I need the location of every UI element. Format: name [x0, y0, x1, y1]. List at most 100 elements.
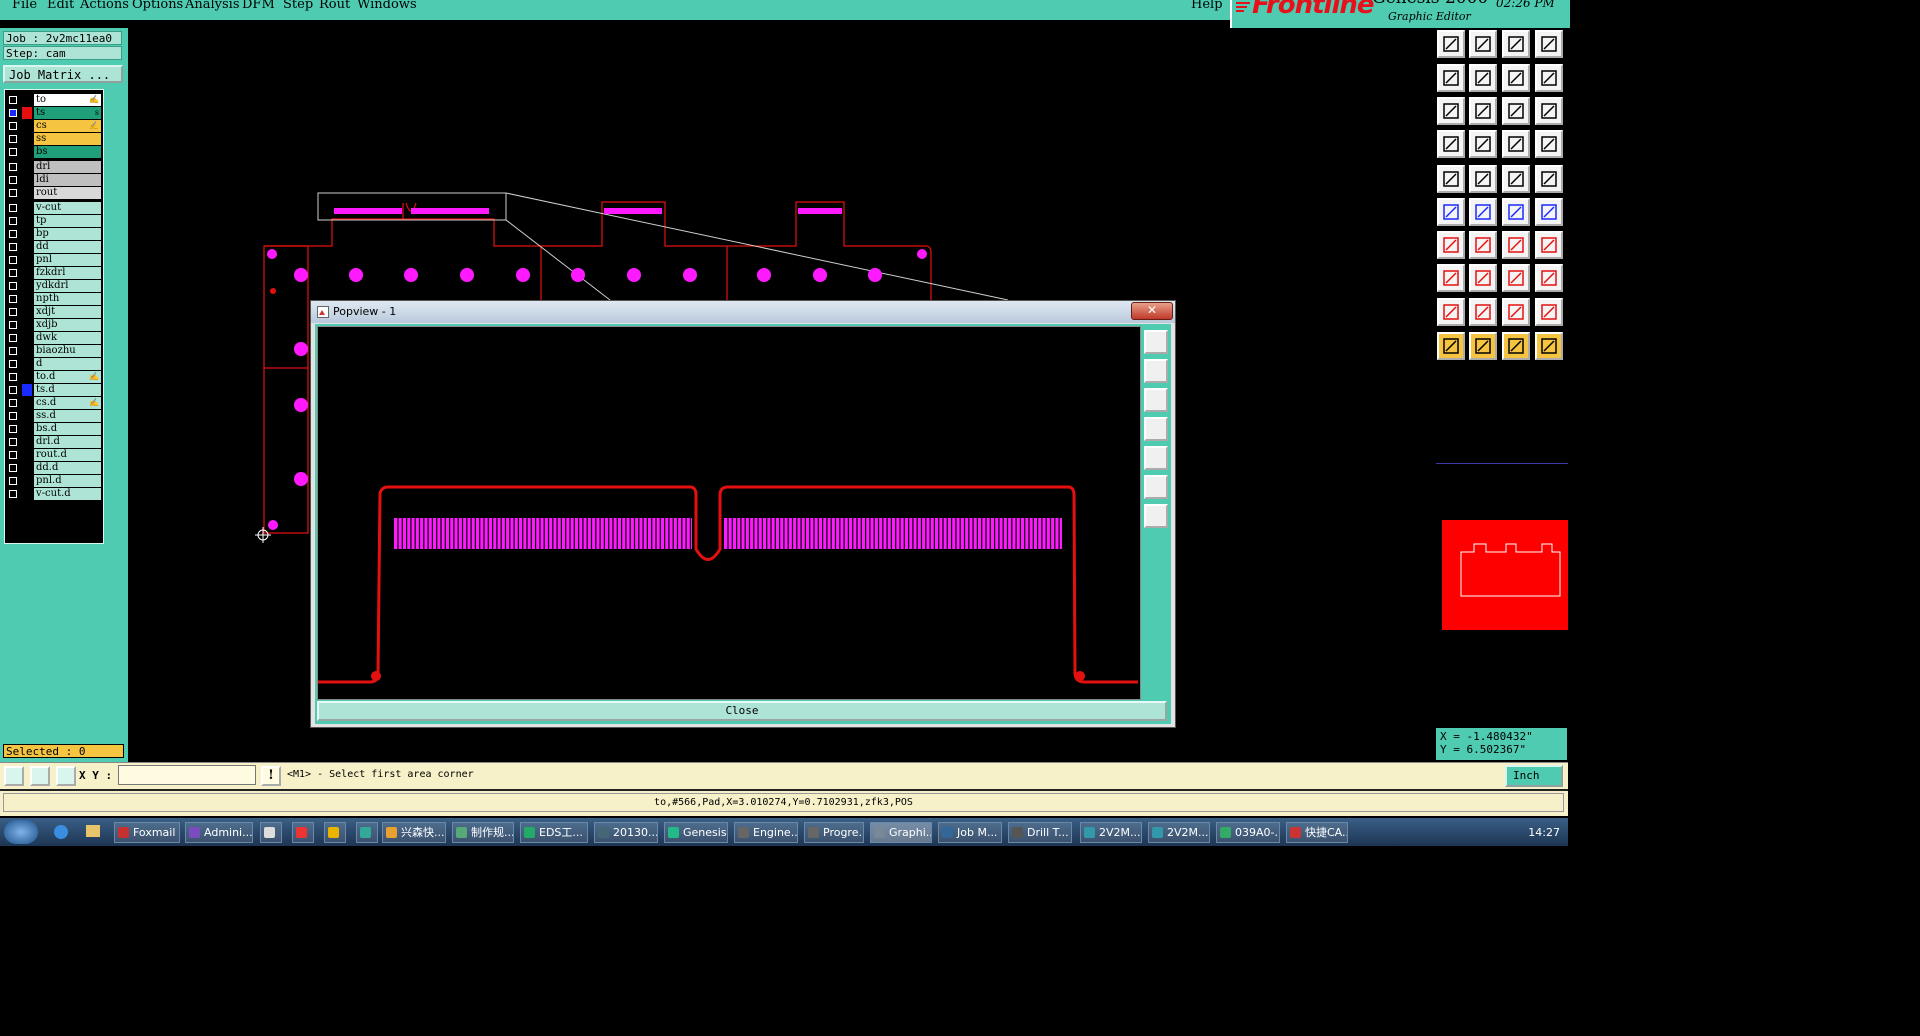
layer-name[interactable]: cs.d ✍: [34, 397, 101, 409]
layer-color-swatch[interactable]: [22, 488, 32, 500]
menu-help[interactable]: Help: [1191, 0, 1223, 12]
layer-name[interactable]: to ✍: [34, 94, 101, 106]
layer-name[interactable]: v-cut.d: [34, 488, 101, 500]
layer-row-ss-d[interactable]: ss.d: [6, 410, 102, 422]
help-icon[interactable]: [1535, 97, 1563, 125]
menu-rout[interactable]: Rout: [319, 0, 350, 12]
layer-checkbox[interactable]: [9, 256, 17, 264]
menu-file[interactable]: File: [12, 0, 37, 12]
layer-name[interactable]: npth: [34, 293, 101, 305]
layer-name[interactable]: biaozhu: [34, 345, 101, 357]
layer-name[interactable]: ldi: [34, 174, 101, 186]
layer-checkbox[interactable]: [9, 163, 17, 171]
board-overview[interactable]: [1436, 463, 1568, 734]
open-step-icon[interactable]: [1437, 30, 1465, 58]
layer-color-swatch[interactable]: [22, 449, 32, 461]
fit-icon[interactable]: [1502, 64, 1530, 92]
snap-icon[interactable]: [1535, 264, 1563, 292]
taskbar-item[interactable]: Admini...: [185, 822, 253, 843]
net-select-icon[interactable]: [1502, 130, 1530, 158]
layer-checkbox[interactable]: [9, 347, 17, 355]
ruler-icon[interactable]: [1502, 165, 1530, 193]
taskbar-item[interactable]: 2V2M...: [1148, 822, 1210, 843]
connect-icon[interactable]: [1437, 198, 1465, 226]
net-compare-icon[interactable]: [1535, 130, 1563, 158]
layer-name[interactable]: ss: [34, 133, 101, 145]
explorer-icon[interactable]: [86, 825, 100, 837]
taskbar-item[interactable]: EDS工...: [520, 822, 588, 843]
layer-color-swatch[interactable]: [22, 345, 32, 357]
layer-color-swatch[interactable]: [22, 254, 32, 266]
layer-row-drl-d[interactable]: drl.d: [6, 436, 102, 448]
layer-row-ldi[interactable]: ldi: [6, 174, 102, 186]
popview-close-x-button[interactable]: ✕: [1131, 302, 1173, 320]
menu-edit[interactable]: Edit: [47, 0, 74, 12]
layer-row-dwk[interactable]: dwk: [6, 332, 102, 344]
layer-color-swatch[interactable]: [22, 410, 32, 422]
layer-row-d[interactable]: d: [6, 358, 102, 370]
layer-row-dd-d[interactable]: dd.d: [6, 462, 102, 474]
pan-left-icon[interactable]: [1144, 417, 1168, 441]
layer-row-biaozhu[interactable]: biaozhu: [6, 345, 102, 357]
layer-name[interactable]: ydkdrl: [34, 280, 101, 292]
layer-checkbox[interactable]: [9, 295, 17, 303]
layer-row-cs-d[interactable]: cs.d ✍: [6, 397, 102, 409]
scale-1-2-icon[interactable]: [1502, 97, 1530, 125]
layer-color-swatch[interactable]: [22, 161, 32, 173]
start-button[interactable]: [4, 820, 38, 844]
layer-row-ydkdrl[interactable]: ydkdrl: [6, 280, 102, 292]
layer-name[interactable]: cs ✍: [34, 120, 101, 132]
layer-color-swatch[interactable]: [22, 120, 32, 132]
layer-row-bs-d[interactable]: bs.d: [6, 423, 102, 435]
menu-actions[interactable]: Actions: [80, 0, 129, 12]
layer-row-bp[interactable]: bp: [6, 228, 102, 240]
home-icon[interactable]: [1502, 30, 1530, 58]
layer-row-rout[interactable]: rout: [6, 187, 102, 199]
exclamation-button[interactable]: !: [261, 766, 281, 786]
ie-icon[interactable]: [54, 825, 68, 839]
layer-checkbox[interactable]: [9, 334, 17, 342]
undo-view-icon[interactable]: [1437, 64, 1465, 92]
zoom-select-icon[interactable]: [1502, 332, 1530, 360]
menu-options[interactable]: Options: [132, 0, 183, 12]
taskbar-item[interactable]: [292, 822, 314, 843]
layer-row-dd[interactable]: dd: [6, 241, 102, 253]
layer-checkbox[interactable]: [9, 321, 17, 329]
layer-row-to[interactable]: to ✍: [6, 94, 102, 106]
slot-icon[interactable]: [1535, 231, 1563, 259]
layer-checkbox[interactable]: [9, 386, 17, 394]
layer-row-xdjt[interactable]: xdjt: [6, 306, 102, 318]
layer-name[interactable]: bs: [34, 146, 101, 158]
taskbar-item[interactable]: 快捷CA...: [1286, 822, 1348, 843]
layer-name[interactable]: pnl: [34, 254, 101, 266]
layer-color-swatch[interactable]: [22, 397, 32, 409]
layer-color-swatch[interactable]: [22, 475, 32, 487]
window-split-icon[interactable]: [1535, 64, 1563, 92]
pointer-icon[interactable]: [1437, 332, 1465, 360]
layer-name[interactable]: ts s: [34, 107, 101, 119]
layer-color-swatch[interactable]: [22, 267, 32, 279]
popview-canvas[interactable]: [317, 326, 1141, 700]
layer-name[interactable]: bs.d: [34, 423, 101, 435]
grid-mode-icon[interactable]: [56, 766, 76, 786]
taskbar-item[interactable]: 039A0-...: [1216, 822, 1280, 843]
layer-color-swatch[interactable]: [22, 306, 32, 318]
menu-dfm[interactable]: DFM: [242, 0, 275, 12]
layer-color-swatch[interactable]: [22, 187, 32, 199]
layer-color-swatch[interactable]: [22, 228, 32, 240]
add-line-icon[interactable]: [1469, 165, 1497, 193]
taskbar-item[interactable]: 制作规...: [452, 822, 514, 843]
layer-color-swatch[interactable]: [22, 332, 32, 344]
layer-name[interactable]: rout: [34, 187, 101, 199]
feature-add-icon[interactable]: [1437, 264, 1465, 292]
pan-down-icon[interactable]: [1144, 388, 1168, 412]
move-icon[interactable]: [1502, 198, 1530, 226]
text-c-icon[interactable]: [1535, 298, 1563, 326]
layer-color-swatch[interactable]: [22, 462, 32, 474]
layer-name[interactable]: bp: [34, 228, 101, 240]
layer-color-swatch[interactable]: [22, 202, 32, 214]
snap-mode-icon[interactable]: [4, 766, 24, 786]
angle-icon[interactable]: [1437, 231, 1465, 259]
layer-color-swatch[interactable]: [22, 133, 32, 145]
zoom-in-icon[interactable]: [1144, 504, 1168, 528]
